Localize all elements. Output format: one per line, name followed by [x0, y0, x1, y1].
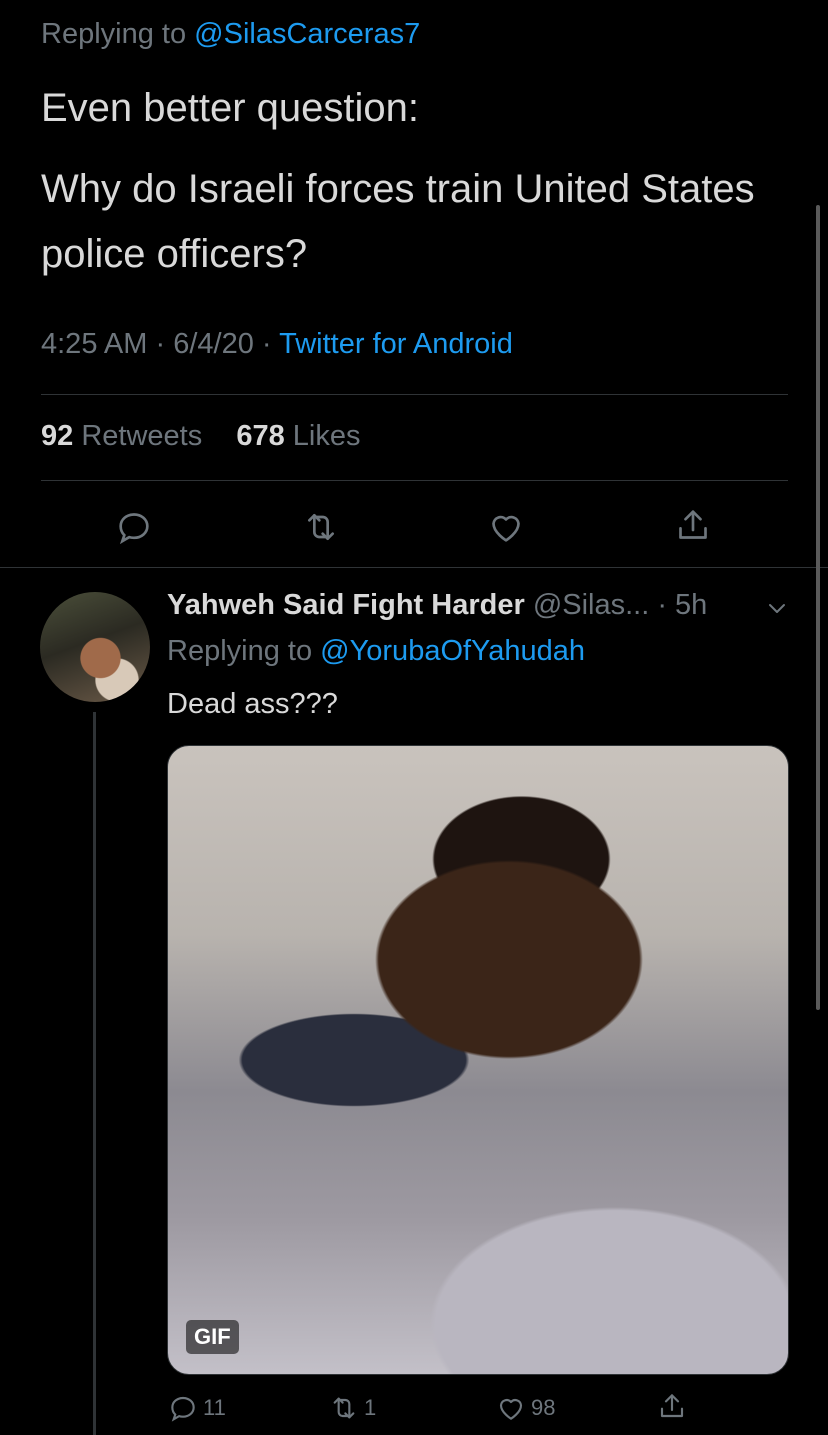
reply-handle[interactable]: @Silas...	[533, 589, 649, 621]
reply-icon	[171, 1396, 195, 1422]
likes-count: 678	[236, 420, 285, 452]
replying-to-handle-link[interactable]: @YorubaOfYahudah	[320, 635, 585, 667]
scrollbar[interactable]	[816, 205, 820, 1010]
retweets-stat[interactable]: 92 Retweets	[41, 420, 210, 452]
tweet-stats: 92 Retweets 678 Likes	[41, 420, 361, 453]
reply-time: · 5h	[657, 589, 708, 621]
reply-count: 11	[203, 1395, 226, 1420]
meta-separator: ·	[261, 328, 272, 360]
likes-label: Likes	[292, 420, 361, 452]
chevron-down-icon[interactable]	[765, 596, 789, 620]
reply-action-retweet[interactable]: 1	[328, 1392, 376, 1424]
reply-replying-to: Replying to @YorubaOfYahudah	[167, 635, 585, 668]
retweets-count: 92	[41, 420, 74, 452]
reply-icon[interactable]	[114, 507, 154, 547]
tweet-detail-page: Replying to @SilasCarceras7 Even better …	[0, 0, 828, 1435]
like-count: 98	[531, 1395, 556, 1420]
tweet-time: 4:25 AM	[41, 328, 148, 360]
retweet-icon[interactable]	[301, 507, 341, 547]
avatar[interactable]	[40, 592, 150, 702]
main-tweet-paragraph: Why do Israeli forces train United State…	[41, 167, 755, 276]
section-divider	[0, 567, 828, 568]
likes-stat[interactable]: 678 Likes	[236, 420, 360, 452]
divider	[41, 394, 788, 395]
reply-action-like[interactable]: 98	[495, 1392, 555, 1424]
main-tweet-text: Even better question: Why do Israeli for…	[41, 76, 771, 303]
retweet-icon	[333, 1397, 355, 1419]
reply-header: Yahweh Said Fight Harder @Silas... · 5h	[167, 589, 707, 622]
thread-line	[93, 712, 96, 1435]
like-icon[interactable]	[486, 507, 526, 547]
reply-action-share[interactable]	[656, 1390, 692, 1422]
retweets-label: Retweets	[81, 420, 203, 452]
meta-separator: ·	[155, 328, 166, 360]
share-icon	[660, 1394, 684, 1418]
like-icon	[499, 1399, 523, 1420]
tweet-source-link[interactable]: Twitter for Android	[279, 328, 513, 360]
share-icon[interactable]	[673, 505, 713, 545]
replying-to-handle-link[interactable]: @SilasCarceras7	[194, 18, 420, 50]
replying-to-label: Replying to	[167, 635, 313, 667]
retweet-count: 1	[364, 1395, 377, 1420]
reply-display-name[interactable]: Yahweh Said Fight Harder	[167, 589, 525, 621]
main-replying-to: Replying to @SilasCarceras7	[41, 18, 420, 51]
divider	[41, 480, 788, 481]
tweet-date: 6/4/20	[173, 328, 254, 360]
reply-tweet-text: Dead ass???	[167, 688, 338, 720]
replying-to-label: Replying to	[41, 18, 187, 50]
gif-badge: GIF	[186, 1320, 239, 1354]
reply-action-reply[interactable]: 11	[167, 1392, 226, 1424]
gif-media[interactable]: GIF	[167, 745, 789, 1375]
tweet-meta: 4:25 AM · 6/4/20 · Twitter for Android	[41, 328, 513, 361]
main-tweet-paragraph: Even better question:	[41, 86, 420, 130]
